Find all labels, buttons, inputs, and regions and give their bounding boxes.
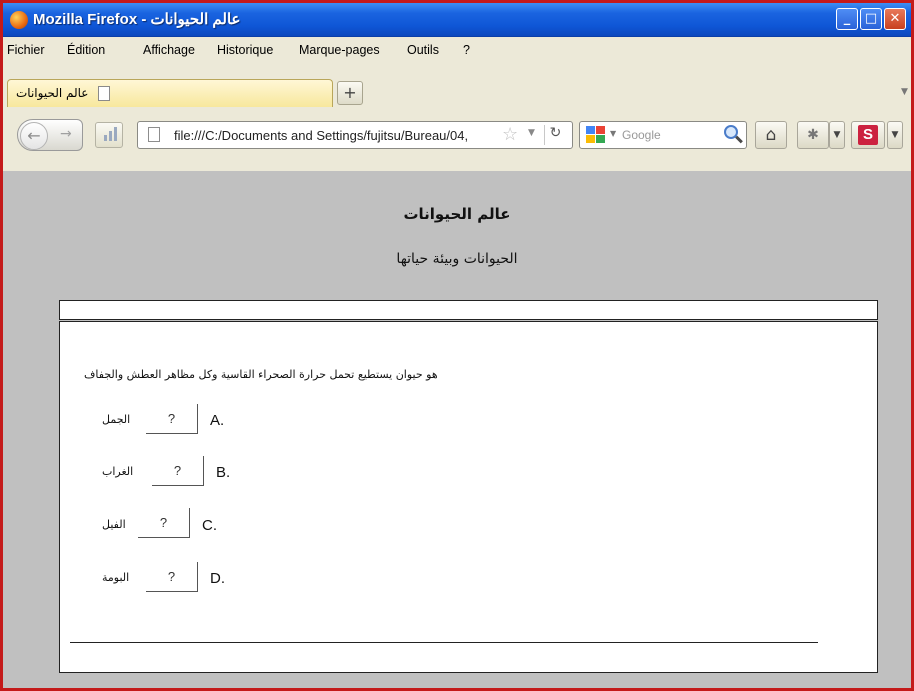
page-icon: [98, 86, 110, 101]
s-addon-dropdown-icon[interactable]: ▼: [887, 121, 903, 149]
search-bar[interactable]: ▼ Google: [579, 121, 747, 149]
option-c-button[interactable]: ?: [138, 508, 190, 538]
new-tab-button[interactable]: +: [337, 81, 363, 105]
page-subtitle: الحيوانات وبيئة حياتها: [396, 251, 518, 267]
menu-bar: Fichier Édition Affichage Historique Mar…: [3, 37, 911, 63]
menu-marque-pages[interactable]: Marque-pages: [299, 43, 380, 57]
close-button[interactable]: ✕: [884, 8, 906, 30]
menu-edition[interactable]: Édition: [67, 43, 105, 57]
stats-icon[interactable]: [95, 122, 123, 148]
tab-current[interactable]: عالم الحيوانات: [7, 79, 333, 108]
page-content: عالم الحيوانات الحيوانات وبيئة حياتها هو…: [3, 171, 911, 688]
option-c-letter: C.: [202, 517, 217, 534]
option-d-button[interactable]: ?: [146, 562, 198, 592]
browser-window: Mozilla Firefox - عالم الحيوانات _ □ ✕ F…: [0, 0, 914, 691]
google-icon[interactable]: [586, 126, 606, 144]
firefox-icon: [10, 11, 28, 29]
option-c-label: الفيل: [102, 518, 126, 531]
minimize-button[interactable]: _: [836, 8, 858, 30]
quiz-panel: هو حيوان يستطيع تحمل حرارة الصحراء القاس…: [59, 321, 878, 673]
url-text[interactable]: file:///C:/Documents and Settings/fujits…: [174, 128, 492, 143]
menu-fichier[interactable]: Fichier: [7, 43, 45, 57]
search-engine-dropdown-icon[interactable]: ▼: [610, 129, 616, 138]
menu-help[interactable]: ?: [463, 43, 470, 57]
magnifier-icon[interactable]: [724, 125, 738, 139]
page-title: عالم الحيوانات: [403, 205, 511, 223]
option-d-label: البومة: [102, 571, 130, 584]
tab-bar: عالم الحيوانات + ▼: [3, 63, 911, 108]
window-title: Mozilla Firefox - عالم الحيوانات: [33, 11, 241, 28]
option-b-letter: B.: [216, 464, 231, 481]
header-box: [59, 300, 878, 320]
addon-dropdown-icon[interactable]: ▼: [829, 121, 845, 149]
url-dropdown-icon[interactable]: ▼: [528, 128, 535, 138]
back-forward-group: ← →: [17, 119, 83, 151]
url-bar[interactable]: file:///C:/Documents and Settings/fujits…: [137, 121, 573, 149]
option-b-button[interactable]: ?: [152, 456, 204, 486]
option-b-label: الغراب: [102, 465, 134, 478]
search-input[interactable]: Google: [622, 128, 661, 142]
back-icon[interactable]: ←: [20, 122, 48, 150]
menu-historique[interactable]: Historique: [217, 43, 273, 57]
star-icon[interactable]: ☆: [502, 124, 518, 145]
option-a-button[interactable]: ?: [146, 404, 198, 434]
menu-affichage[interactable]: Affichage: [143, 43, 195, 57]
title-bar[interactable]: Mozilla Firefox - عالم الحيوانات _ □ ✕: [3, 3, 911, 37]
maximize-button[interactable]: □: [860, 8, 882, 30]
question-text: هو حيوان يستطيع تحمل حرارة الصحراء القاس…: [84, 368, 438, 381]
tab-title: عالم الحيوانات: [16, 86, 89, 100]
addon-icon[interactable]: ✱: [797, 121, 829, 149]
option-a-letter: A.: [210, 412, 225, 429]
tab-list-icon[interactable]: ▼: [901, 87, 908, 97]
forward-icon[interactable]: →: [60, 126, 72, 142]
menu-outils[interactable]: Outils: [407, 43, 439, 57]
option-a-label: الجمل: [102, 413, 131, 426]
reload-icon[interactable]: ↻: [544, 125, 566, 145]
divider: [70, 642, 818, 643]
home-icon[interactable]: ⌂: [755, 121, 787, 149]
navigation-toolbar: ← → file:///C:/Documents and Settings/fu…: [3, 107, 911, 171]
s-addon-icon[interactable]: S: [851, 121, 885, 149]
option-d-letter: D.: [210, 570, 225, 587]
page-icon: [148, 127, 160, 142]
